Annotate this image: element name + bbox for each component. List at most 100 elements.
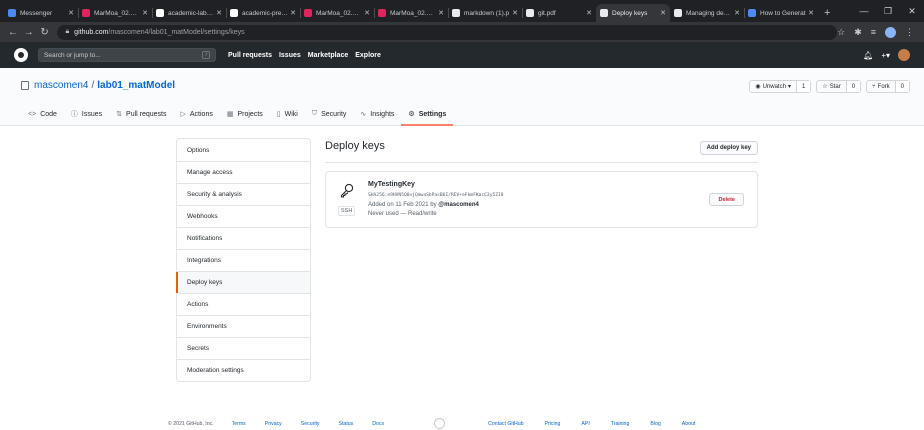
tab-insights[interactable]: ∿ Insights xyxy=(353,104,401,126)
tab-favicon-icon xyxy=(526,9,534,17)
browser-tab[interactable]: MarMoa_02.03.2 ✕ xyxy=(300,4,374,22)
sidebar-item-options[interactable]: Options xyxy=(177,139,310,161)
bell-icon[interactable]: 🔔︎ xyxy=(863,51,873,60)
browser-tab[interactable]: academic-labora ✕ xyxy=(152,4,226,22)
browser-toolbar: ← → ↻ 🔒︎ github.com /mascomen4/lab01_mat… xyxy=(0,22,924,42)
tab-label: Security xyxy=(321,110,347,118)
global-nav-issues[interactable]: Issues xyxy=(279,52,301,59)
tab-code[interactable]: <> Code xyxy=(21,104,64,126)
footer-link-terms[interactable]: Terms xyxy=(232,421,246,427)
minimize-icon[interactable]: — xyxy=(852,0,876,22)
github-mark-icon[interactable] xyxy=(434,418,446,429)
sidebar-item-deploy-keys[interactable]: Deploy keys xyxy=(176,271,310,293)
sidebar-item-actions[interactable]: Actions xyxy=(177,293,310,315)
sidebar-item-security-analysis[interactable]: Security & analysis xyxy=(177,183,310,205)
footer-link-privacy[interactable]: Privacy xyxy=(265,421,282,427)
unwatch-button[interactable]: ◉ Unwatch ▾ 1 xyxy=(749,80,812,93)
extensions-icon[interactable]: ✱ xyxy=(854,27,862,38)
footer-link-contact-github[interactable]: Contact GitHub xyxy=(488,421,523,427)
global-nav-pull-requests[interactable]: Pull requests xyxy=(228,52,272,59)
tab-close-icon[interactable]: ✕ xyxy=(808,9,814,17)
tab-security[interactable]: ⛉ Security xyxy=(305,104,354,126)
browser-tab[interactable]: git.pdf ✕ xyxy=(522,4,596,22)
reading-list-icon[interactable]: ≡ xyxy=(871,27,876,37)
footer-link-status[interactable]: Status xyxy=(339,421,354,427)
tab-issues[interactable]: ⓘ Issues xyxy=(64,104,109,126)
tab-close-icon[interactable]: ✕ xyxy=(512,9,518,17)
tab-label: Settings xyxy=(418,110,447,118)
forward-icon[interactable]: → xyxy=(22,27,36,38)
maximize-icon[interactable]: ❐ xyxy=(876,0,900,22)
fork-count[interactable]: 0 xyxy=(894,81,909,92)
repo-separator: / xyxy=(91,80,95,91)
deploy-key-item: SSH MyTestingKey SHA256:e9HVN5Q0vjQmwaSb… xyxy=(325,171,758,228)
sidebar-item-environments[interactable]: Environments xyxy=(177,315,310,337)
tab-label: Insights xyxy=(370,110,395,118)
tab-close-icon[interactable]: ✕ xyxy=(438,9,444,17)
footer-link-api[interactable]: API xyxy=(581,421,589,427)
browser-tab[interactable]: MarMoa_02.03.0 ✕ xyxy=(78,4,152,22)
back-icon[interactable]: ← xyxy=(6,27,20,38)
search-input[interactable]: Search or jump to... / xyxy=(38,48,216,62)
footer-link-security[interactable]: Security xyxy=(301,421,320,427)
browser-tab[interactable]: Deploy keys ✕ xyxy=(596,4,670,22)
tab-close-icon[interactable]: ✕ xyxy=(586,9,592,17)
browser-tab[interactable]: academic-presen ✕ xyxy=(226,4,300,22)
global-nav-marketplace[interactable]: Marketplace xyxy=(308,52,348,59)
footer-link-training[interactable]: Training xyxy=(611,421,630,427)
close-window-icon[interactable]: ✕ xyxy=(900,0,924,22)
key-added-by[interactable]: @mascomen4 xyxy=(438,202,479,208)
tab-pull-requests[interactable]: ⇅ Pull requests xyxy=(109,104,173,126)
tab-close-icon[interactable]: ✕ xyxy=(142,9,148,17)
tab-label: Issues xyxy=(81,110,103,118)
tab-close-icon[interactable]: ✕ xyxy=(364,9,370,17)
browser-menu-icon[interactable]: ⋮ xyxy=(905,27,914,38)
global-nav-explore[interactable]: Explore xyxy=(355,52,381,59)
github-logo-icon[interactable] xyxy=(14,48,28,62)
create-new-icon[interactable]: +▾ xyxy=(881,51,890,60)
watch-count[interactable]: 1 xyxy=(795,81,811,92)
sidebar-item-integrations[interactable]: Integrations xyxy=(177,249,310,271)
tab-close-icon[interactable]: ✕ xyxy=(734,9,740,17)
tab-title: MarMoa_02.03.1 xyxy=(390,9,437,17)
star-count[interactable]: 0 xyxy=(845,81,861,92)
sidebar-item-manage-access[interactable]: Manage access xyxy=(177,161,310,183)
tab-close-icon[interactable]: ✕ xyxy=(68,9,74,17)
tab-projects[interactable]: ▦ Projects xyxy=(220,104,270,126)
tab-title: Managing deplo xyxy=(686,9,733,17)
star-button[interactable]: ☆ Star 0 xyxy=(816,80,862,93)
tab-title: academic-labora xyxy=(168,9,215,17)
footer-link-docs[interactable]: Docs xyxy=(372,421,384,427)
bookmark-star-icon[interactable]: ☆ xyxy=(837,27,845,38)
reload-icon[interactable]: ↻ xyxy=(38,27,52,38)
repo-name-link[interactable]: lab01_matModel xyxy=(97,80,175,91)
key-fingerprint: SHA256:e9HVN5Q0vjQmwaSbPasB6I/REV+eFkmFK… xyxy=(368,193,504,198)
sidebar-item-secrets[interactable]: Secrets xyxy=(177,337,310,359)
browser-tab[interactable]: Managing deplo ✕ xyxy=(670,4,744,22)
tab-settings[interactable]: ⚙ Settings xyxy=(401,104,454,126)
browser-tab[interactable]: Messenger ✕ xyxy=(4,4,78,22)
tab-close-icon[interactable]: ✕ xyxy=(290,9,296,17)
tab-actions[interactable]: ▷ Actions xyxy=(174,104,220,126)
browser-tab[interactable]: markdown (1).p ✕ xyxy=(448,4,522,22)
add-deploy-key-button[interactable]: Add deploy key xyxy=(699,141,758,155)
tab-wiki-icon: ▯ xyxy=(276,111,281,118)
sidebar-item-notifications[interactable]: Notifications xyxy=(177,227,310,249)
profile-avatar[interactable] xyxy=(885,26,896,38)
user-avatar[interactable] xyxy=(898,49,910,61)
repo-owner-link[interactable]: mascomen4 xyxy=(34,80,88,91)
footer-link-blog[interactable]: Blog xyxy=(650,421,660,427)
browser-tab[interactable]: MarMoa_02.03.1 ✕ xyxy=(374,4,448,22)
tab-close-icon[interactable]: ✕ xyxy=(216,9,222,17)
sidebar-item-moderation-settings[interactable]: Moderation settings xyxy=(177,359,310,381)
footer-link-about[interactable]: About xyxy=(682,421,696,427)
tab-close-icon[interactable]: ✕ xyxy=(660,9,666,17)
browser-tab[interactable]: How to Generat ✕ xyxy=(744,4,818,22)
address-bar[interactable]: 🔒︎ github.com /mascomen4/lab01_matModel/… xyxy=(57,24,838,40)
delete-key-button[interactable]: Delete xyxy=(709,193,744,206)
tab-wiki[interactable]: ▯ Wiki xyxy=(270,104,305,126)
new-tab-button[interactable]: + xyxy=(818,4,836,22)
footer-link-pricing[interactable]: Pricing xyxy=(545,421,561,427)
sidebar-item-webhooks[interactable]: Webhooks xyxy=(177,205,310,227)
fork-button[interactable]: ⑂ Fork 0 xyxy=(866,80,910,93)
